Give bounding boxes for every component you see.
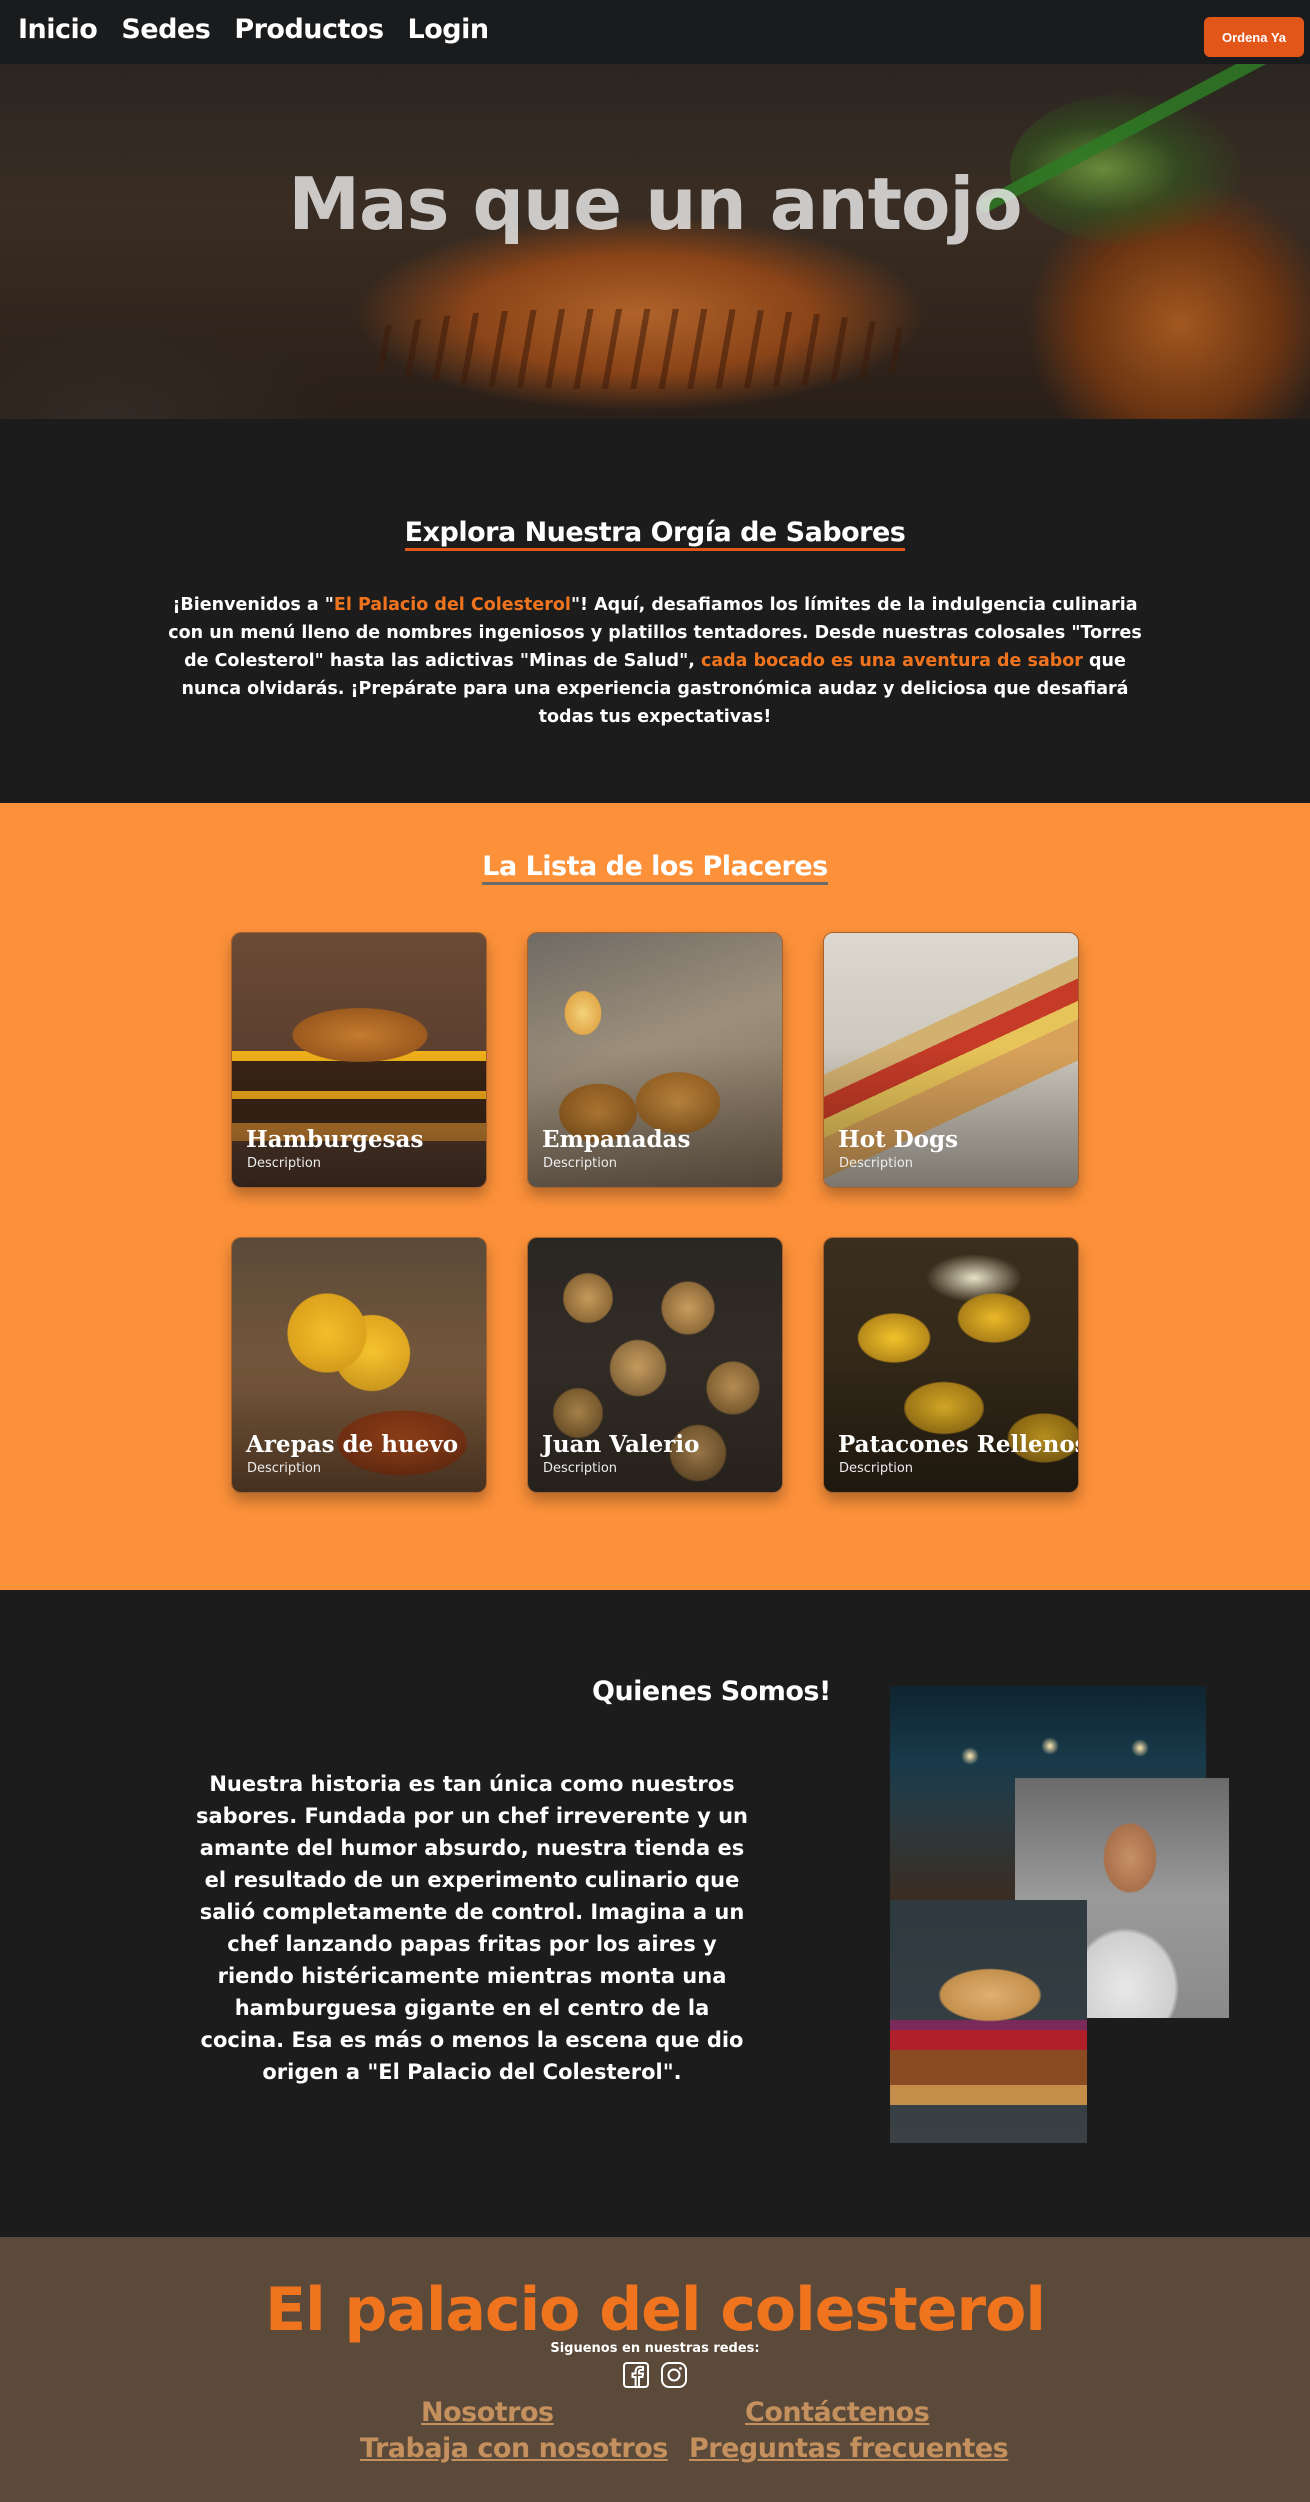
nav-link-inicio[interactable]: Inicio: [18, 14, 98, 45]
facebook-icon[interactable]: [622, 2361, 650, 2389]
intro-section: Explora Nuestra Orgía de Sabores ¡Bienve…: [0, 419, 1310, 803]
intro-text-1: ¡Bienvenidos a ": [172, 595, 334, 616]
social-icons: [0, 2361, 1310, 2389]
menu-card-hot-dogs[interactable]: Hot Dogs Description: [823, 932, 1079, 1189]
card-title: Juan Valerio: [542, 1431, 700, 1459]
hero-empanada-image: [360, 309, 920, 389]
card-title: Hot Dogs: [838, 1126, 959, 1154]
hero-title: Mas que un antojo: [288, 162, 1022, 246]
card-description: Description: [543, 1156, 618, 1172]
menu-card-hamburgesas[interactable]: Hamburgesas Description: [231, 932, 487, 1189]
burger-photo: [890, 1900, 1087, 2143]
nav-link-productos[interactable]: Productos: [234, 14, 384, 45]
about-paragraph: Nuestra historia es tan única como nuest…: [196, 1772, 748, 2084]
card-description: Description: [543, 1461, 618, 1477]
menu-grid: Hamburgesas Description Empanadas Descri…: [231, 932, 1079, 1494]
instagram-icon[interactable]: [660, 2361, 688, 2389]
footer-link-preguntas[interactable]: Preguntas frecuentes: [689, 2433, 1009, 2464]
menu-card-arepas[interactable]: Arepas de huevo Description: [231, 1237, 487, 1494]
intro-highlight-flavor: cada bocado es una aventura de sabor: [700, 651, 1083, 672]
top-navbar: Inicio Sedes Productos Login Ordena Ya: [0, 0, 1310, 64]
intro-paragraph: ¡Bienvenidos a "El Palacio del Colestero…: [160, 591, 1150, 731]
menu-section: La Lista de los Placeres Hamburgesas Des…: [0, 803, 1310, 1590]
intro-title: Explora Nuestra Orgía de Sabores: [404, 517, 906, 552]
about-section: Quienes Somos! Nuestra historia es tan ú…: [0, 1590, 1310, 2237]
card-description: Description: [839, 1461, 914, 1477]
card-title: Patacones Rellenos: [838, 1431, 1079, 1459]
menu-card-empanadas[interactable]: Empanadas Description: [527, 932, 783, 1189]
nav-links: Inicio Sedes Productos Login: [18, 14, 489, 45]
site-footer: El palacio del colesterol Siguenos en nu…: [0, 2237, 1310, 2502]
card-title: Hamburgesas: [246, 1126, 424, 1154]
nav-link-sedes[interactable]: Sedes: [121, 14, 210, 45]
card-title: Arepas de huevo: [246, 1431, 459, 1459]
hero-banner: Mas que un antojo: [0, 64, 1310, 419]
card-description: Description: [247, 1156, 322, 1172]
card-description: Description: [247, 1461, 322, 1477]
order-now-button[interactable]: Ordena Ya: [1204, 17, 1304, 57]
card-description: Description: [839, 1156, 914, 1172]
nav-link-login[interactable]: Login: [408, 14, 490, 45]
menu-title: La Lista de los Placeres: [482, 851, 828, 886]
footer-link-contactenos[interactable]: Contáctenos: [745, 2397, 930, 2428]
footer-brand: El palacio del colesterol: [265, 2275, 1046, 2345]
follow-us-label: Siguenos en nuestras redes:: [550, 2341, 760, 2356]
about-title: Quienes Somos!: [592, 1676, 831, 1707]
menu-card-juan-valerio[interactable]: Juan Valerio Description: [527, 1237, 783, 1494]
footer-link-trabaja[interactable]: Trabaja con nosotros: [360, 2433, 668, 2464]
intro-highlight-brand: El Palacio del Colesterol: [333, 595, 571, 616]
menu-card-patacones[interactable]: Patacones Rellenos Description: [823, 1237, 1079, 1494]
footer-link-nosotros[interactable]: Nosotros: [421, 2397, 554, 2428]
card-title: Empanadas: [542, 1126, 691, 1154]
